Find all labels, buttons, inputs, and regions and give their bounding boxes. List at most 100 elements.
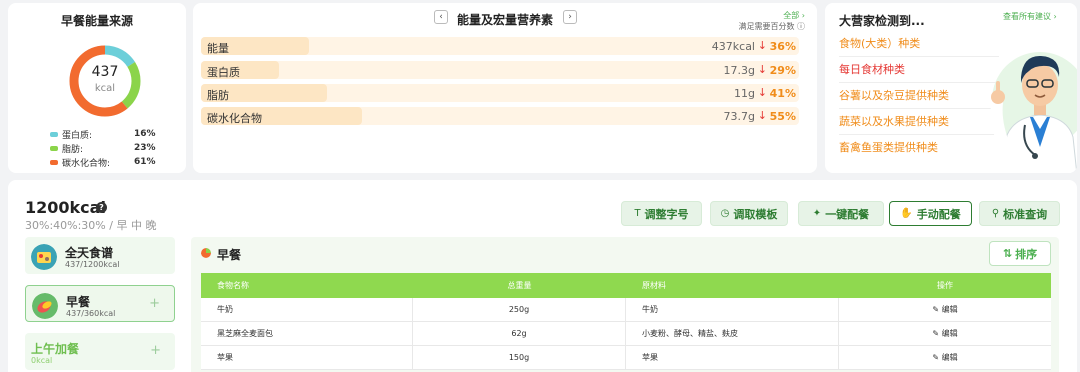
sort-label: 排序: [1015, 247, 1038, 261]
meal-kcal: 437/360kcal: [66, 309, 116, 318]
meal-item-morning-snack[interactable]: 上午加餐 0kcal +: [25, 333, 175, 370]
edit-label: 编辑: [941, 305, 958, 314]
food-name: 苹果: [201, 346, 413, 369]
food-avatar-icon: [31, 244, 57, 270]
nutrient-amount: 11g: [734, 87, 755, 100]
suggestion-item[interactable]: 每日食材种类: [839, 58, 999, 83]
meal-item-breakfast[interactable]: 早餐 437/360kcal +: [25, 285, 175, 322]
load-template-button[interactable]: ◷ 调取模板: [710, 201, 788, 226]
nutrient-amount: 73.7g: [723, 110, 755, 123]
nutrient-row-fat: 脂肪 11g ↓ 41%: [201, 84, 799, 102]
meal-item-all-day[interactable]: 全天食谱 437/1200kcal: [25, 237, 175, 274]
meal-detail-title: 早餐: [217, 248, 242, 262]
column-header: 食物名称: [217, 281, 249, 290]
one-click-plan-button[interactable]: ✦ 一键配餐: [798, 201, 884, 226]
help-icon: ⓘ: [797, 22, 805, 31]
sort-icon: ⇅: [1002, 247, 1013, 260]
food-avatar-icon: [32, 293, 58, 319]
food-name: 牛奶: [201, 298, 413, 321]
manual-plan-label: 手动配餐: [916, 207, 961, 221]
edit-action[interactable]: ✎ 编辑: [839, 346, 1051, 369]
table-header: 食物名称 总重量 原材料 操作: [201, 273, 1051, 298]
nutrients-note: 满足需要百分数 ⓘ: [738, 21, 805, 32]
legend-protein: 蛋白质: 16%: [50, 128, 156, 141]
nutrients-panel: ‹ 能量及宏量营养素 › 全部 › 满足需要百分数 ⓘ 能量 437kcal ↓…: [193, 3, 817, 173]
expert-title: 大营家检测到...: [839, 14, 925, 28]
nutrients-all-label: 全部: [783, 11, 800, 20]
nutrient-label: 脂肪: [207, 89, 229, 102]
table-row: 黑芝麻全麦面包 62g 小麦粉、酵母、精盐、麸皮 ✎ 编辑: [201, 322, 1051, 346]
help-icon[interactable]: ?: [96, 202, 107, 213]
hand-icon: ✋: [900, 208, 913, 219]
plan-kcal: 1200kcal: [25, 198, 106, 217]
next-chevron-icon[interactable]: ›: [563, 10, 577, 24]
nutrient-percent: 36%: [769, 40, 796, 53]
energy-total-value: 437: [91, 64, 119, 80]
search-icon: ⚲: [991, 208, 1000, 219]
clock-icon: ◷: [720, 208, 730, 219]
magic-icon: ✦: [812, 208, 822, 219]
legend-swatch-carbs: [50, 159, 58, 165]
table-row: 牛奶 250g 牛奶 ✎ 编辑: [201, 298, 1051, 322]
food-ingredients: 苹果: [626, 346, 839, 369]
edit-action[interactable]: ✎ 编辑: [839, 298, 1051, 321]
expert-all-link[interactable]: 查看所有建议 ›: [1003, 11, 1057, 22]
food-weight: 150g: [413, 346, 626, 369]
nutrients-note-text: 满足需要百分数: [738, 22, 795, 31]
meal-kcal: 0kcal: [31, 356, 53, 365]
energy-source-title: 早餐能量来源: [60, 14, 133, 28]
edit-icon: ✎: [932, 305, 940, 314]
add-food-icon[interactable]: +: [150, 343, 161, 358]
edit-icon: ✎: [932, 329, 940, 338]
edit-icon: ✎: [932, 353, 940, 362]
suggestion-item[interactable]: 食物(大类）种类: [839, 32, 999, 57]
arrow-down-icon: ↓: [757, 109, 767, 122]
plan-ratio: 30%:40%:30% / 早 中 晚: [25, 219, 157, 232]
expert-all-label: 查看所有建议: [1003, 12, 1051, 21]
legend-carbs: 碳水化合物: 61%: [50, 156, 156, 169]
nutrient-row-protein: 蛋白质 17.3g ↓ 29%: [201, 61, 799, 79]
meal-plan-section: 1200kcal ? 30%:40%:30% / 早 中 晚 T 调整字号 ◷ 调取…: [8, 180, 1077, 372]
standard-query-button[interactable]: ⚲ 标准查询: [979, 201, 1060, 226]
add-food-icon[interactable]: +: [149, 296, 160, 311]
adjust-font-button[interactable]: T 调整字号: [621, 201, 702, 226]
suggestion-item[interactable]: 畜禽鱼蛋类提供种类: [839, 136, 999, 161]
column-header: 总重量: [507, 281, 532, 290]
suggestion-item[interactable]: 谷薯以及杂豆提供种类: [839, 84, 999, 109]
legend-swatch-protein: [50, 131, 58, 137]
legend-label: 碳水化合物:: [62, 158, 111, 169]
nutrient-row-carbs: 碳水化合物 73.7g ↓ 55%: [201, 107, 799, 125]
legend-label: 蛋白质:: [62, 130, 93, 141]
suggestion-item[interactable]: 蔬菜以及水果提供种类: [839, 110, 999, 135]
load-template-label: 调取模板: [733, 207, 778, 221]
sort-button[interactable]: ⇅ 排序: [989, 241, 1051, 266]
legend-label: 脂肪:: [62, 144, 84, 155]
food-name: 黑芝麻全麦面包: [201, 322, 413, 345]
nutrient-percent: 55%: [769, 110, 796, 123]
adjust-font-label: 调整字号: [644, 207, 689, 221]
meal-detail-panel: 早餐 ⇅ 排序 食物名称 总重量 原材料 操作 牛奶 250g 牛奶 ✎ 编辑 黑…: [191, 237, 1059, 372]
text-size-icon: T: [634, 208, 641, 219]
nutrient-percent: 29%: [769, 64, 796, 77]
nutrient-amount: 17.3g: [723, 64, 755, 77]
nutrients-all-link[interactable]: 全部 ›: [783, 10, 805, 21]
legend-fat: 脂肪: 23%: [50, 142, 156, 155]
nutrient-label: 能量: [207, 42, 229, 55]
legend-value: 16%: [134, 129, 156, 139]
manual-plan-button[interactable]: ✋ 手动配餐: [889, 201, 972, 226]
legend-value: 61%: [134, 157, 156, 167]
arrow-down-icon: ↓: [757, 39, 767, 52]
food-weight: 250g: [413, 298, 626, 321]
food-weight: 62g: [413, 322, 626, 345]
edit-action[interactable]: ✎ 编辑: [839, 322, 1051, 345]
nutrient-label: 碳水化合物: [207, 112, 262, 125]
edit-label: 编辑: [941, 329, 958, 338]
nutrient-amount: 437kcal: [711, 40, 755, 53]
legend-swatch-fat: [50, 145, 58, 151]
food-ingredients: 小麦粉、酵母、精盐、麸皮: [626, 322, 839, 345]
nutrient-label: 蛋白质: [207, 66, 240, 79]
legend-value: 23%: [134, 143, 156, 153]
column-header: 原材料: [642, 281, 666, 290]
arrow-down-icon: ↓: [757, 63, 767, 76]
energy-source-panel: 早餐能量来源 437 kcal 蛋白质: 16% 脂肪: 23% 碳水化合物: …: [8, 3, 186, 173]
